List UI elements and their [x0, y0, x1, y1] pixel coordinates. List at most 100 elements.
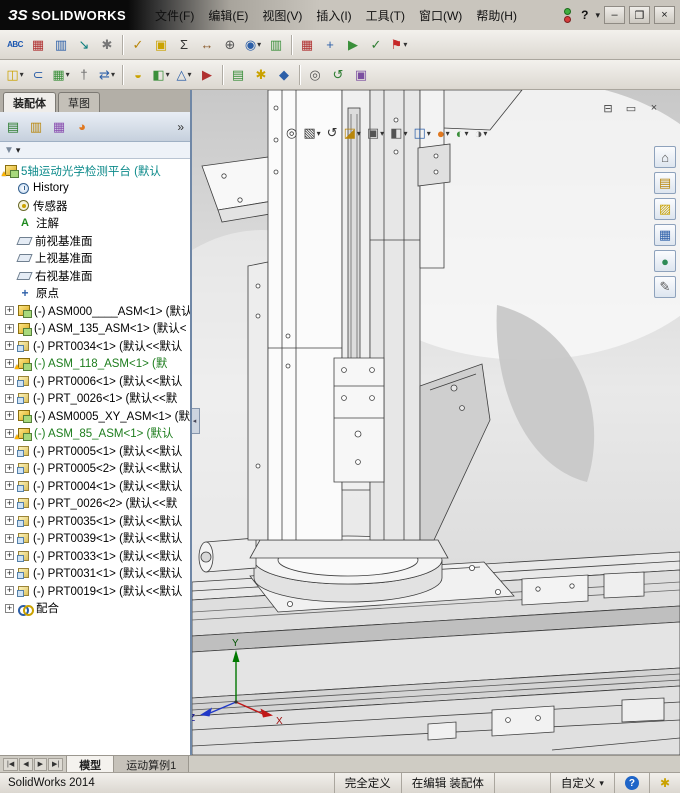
graphics-viewport[interactable]: Y Z X ⊟ ▭ × ◎ ▧ ▾ ↺ ◪ ▾ ▣ ▾ ◧ ▾ ◫ ▾ ● ▾ ◐ ▾ ◑ ▾ ⌂ ▤ ▨ ▦ ● ✎ ◂: [192, 90, 680, 755]
tree-item[interactable]: + 配合: [0, 600, 190, 618]
display-style-button[interactable]: ◧ ▾: [388, 123, 409, 143]
close-button[interactable]: ×: [654, 6, 675, 24]
next-tab-button[interactable]: ▶: [33, 757, 47, 771]
menu-v[interactable]: 视图(V): [255, 5, 309, 26]
linear-component-pattern-button[interactable]: ▦ ▾: [50, 64, 72, 86]
expand-icon[interactable]: +: [5, 376, 14, 386]
featuremanager-tree-button[interactable]: ▤: [3, 117, 23, 137]
equations-button[interactable]: Σ: [173, 34, 195, 56]
statusbar-help[interactable]: ?: [613, 773, 649, 793]
appearances-scenes-button[interactable]: ●: [654, 250, 676, 272]
expand-icon[interactable]: +: [5, 568, 14, 578]
expand-icon[interactable]: +: [5, 533, 14, 543]
options-button[interactable]: ✱: [96, 34, 118, 56]
large-assembly-mode-button[interactable]: ◎: [304, 64, 326, 86]
expand-icon[interactable]: +: [5, 481, 14, 491]
help-button[interactable]: ?: [578, 8, 591, 22]
dropdown-arrow-icon[interactable]: ▾: [66, 70, 70, 79]
filter-dropdown-icon[interactable]: ▾: [16, 145, 21, 156]
view-orientation-button[interactable]: ▣ ▾: [365, 123, 386, 143]
prev-tab-button[interactable]: ◀: [19, 757, 33, 771]
maximize-button[interactable]: ❐: [629, 6, 650, 24]
dropdown-arrow-icon[interactable]: ▾: [465, 129, 469, 138]
exploded-view-button[interactable]: ✱: [250, 64, 272, 86]
design-library-button[interactable]: ▤: [654, 172, 676, 194]
expand-icon[interactable]: +: [5, 393, 14, 403]
rebuild-button[interactable]: ↺: [327, 64, 349, 86]
tab-model[interactable]: 模型: [67, 756, 115, 772]
custom-toolbar-selector[interactable]: 自定义 ▾: [549, 773, 614, 793]
tab-sketch[interactable]: 草图: [58, 92, 100, 112]
tree-item[interactable]: History: [0, 180, 190, 198]
hide-show-items-button[interactable]: ◫ ▾: [412, 123, 433, 143]
show-hidden-components-button[interactable]: ◒: [127, 64, 149, 86]
filter-funnel-icon[interactable]: ▼: [4, 145, 14, 156]
view-palette-button[interactable]: ▦: [654, 224, 676, 246]
solidworks-resources-button[interactable]: ⌂: [654, 146, 676, 168]
menu-t[interactable]: 工具(T): [359, 5, 412, 26]
dropdown-arrow-icon[interactable]: ▾: [111, 70, 115, 79]
mass-properties-button[interactable]: ⊕: [219, 34, 241, 56]
dropdown-arrow-icon[interactable]: ▾: [20, 70, 24, 79]
doc-minimize-button[interactable]: ⊟: [600, 101, 616, 115]
tree-item[interactable]: + (-) PRT0035<1> (默认<<默认: [0, 512, 190, 530]
check-model-button[interactable]: ✓: [365, 34, 387, 56]
quick-tips[interactable]: ✱: [648, 773, 680, 793]
costing-button[interactable]: ▣: [150, 34, 172, 56]
review-flag-button[interactable]: ⚑ ▾: [388, 34, 410, 56]
apply-scene-button[interactable]: ◐ ▾: [454, 123, 471, 143]
tree-item[interactable]: + (-) PRT0039<1> (默认<<默认: [0, 530, 190, 548]
tree-item[interactable]: ▲ 5轴运动光学检测平台 (默认: [0, 162, 190, 180]
tree-item[interactable]: + (-) PRT0006<1> (默认<<默认: [0, 372, 190, 390]
dropdown-arrow-icon[interactable]: ▾: [446, 129, 450, 138]
dropdown-arrow-icon[interactable]: ▾: [357, 129, 361, 138]
task-scheduler-button[interactable]: ▥: [50, 34, 72, 56]
expand-icon[interactable]: +: [5, 463, 14, 473]
menu-w[interactable]: 窗口(W): [412, 5, 469, 26]
dropdown-arrow-icon[interactable]: ▾: [257, 40, 261, 49]
tree-item[interactable]: + (-) PRT0033<1> (默认<<默认: [0, 547, 190, 565]
custom-properties-button[interactable]: ✎: [654, 276, 676, 298]
tree-item[interactable]: + (-) PRT0031<1> (默认<<默认: [0, 565, 190, 583]
mate-button[interactable]: ⊂: [27, 64, 49, 86]
panel-overflow-button[interactable]: »: [177, 120, 187, 134]
previous-view-button[interactable]: ↺: [325, 123, 340, 143]
tree-item[interactable]: + (-) PRT0005<1> (默认<<默认: [0, 442, 190, 460]
measure-button[interactable]: ↔: [196, 34, 218, 56]
new-motion-study-button[interactable]: ▶: [196, 64, 218, 86]
tree-item[interactable]: 上视基准面: [0, 250, 190, 268]
tree-item[interactable]: + ▲ (-) ASM_118_ASM<1> (默: [0, 355, 190, 373]
dropdown-arrow-icon[interactable]: ▾: [187, 70, 191, 79]
assembly-features-button[interactable]: ◧ ▾: [150, 64, 172, 86]
help-icon[interactable]: ?: [624, 776, 639, 790]
menu-h[interactable]: 帮助(H): [469, 5, 524, 26]
3d-viewport-canvas[interactable]: Y Z X: [192, 90, 680, 755]
dropdown-arrow-icon[interactable]: ▾: [483, 129, 487, 138]
smart-fasteners-button[interactable]: †: [73, 64, 95, 86]
expand-icon[interactable]: +: [5, 446, 14, 456]
expand-icon[interactable]: +: [5, 603, 14, 613]
displaymanager-button[interactable]: ◕: [72, 117, 92, 137]
design-table-button[interactable]: ▦: [296, 34, 318, 56]
menu-e[interactable]: 编辑(E): [201, 5, 255, 26]
reference-geometry-button[interactable]: △ ▾: [173, 64, 195, 86]
tree-item[interactable]: + (-) PRT0034<1> (默认<<默认: [0, 337, 190, 355]
help-dropdown-icon[interactable]: ▾: [595, 10, 600, 21]
coordinate-system-button[interactable]: +: [319, 34, 341, 56]
bill-of-materials-button[interactable]: ▤: [227, 64, 249, 86]
spell-check-button[interactable]: ABC: [4, 34, 26, 56]
panel-collapse-handle[interactable]: ◂: [192, 408, 200, 434]
configurationmanager-button[interactable]: ▦: [49, 117, 69, 137]
export-data-button[interactable]: ↘: [73, 34, 95, 56]
tree-item[interactable]: + ▲ (-) ASM_85_ASM<1> (默认: [0, 425, 190, 443]
dropdown-arrow-icon[interactable]: ▾: [380, 129, 384, 138]
dropdown-arrow-icon[interactable]: ▾: [317, 129, 321, 138]
propertymanager-button[interactable]: ▥: [26, 117, 46, 137]
first-tab-button[interactable]: |◀: [3, 757, 19, 771]
tree-item[interactable]: + (-) ASM_135_ASM<1> (默认<: [0, 320, 190, 338]
last-tab-button[interactable]: ▶|: [47, 757, 64, 771]
edit-appearance-button[interactable]: ● ▾: [435, 123, 452, 143]
design-checker-button[interactable]: ✓: [127, 34, 149, 56]
tab-motion-study[interactable]: 运动算例1: [114, 756, 190, 772]
tree-item[interactable]: + (-) PRT0005<2> (默认<<默认: [0, 460, 190, 478]
